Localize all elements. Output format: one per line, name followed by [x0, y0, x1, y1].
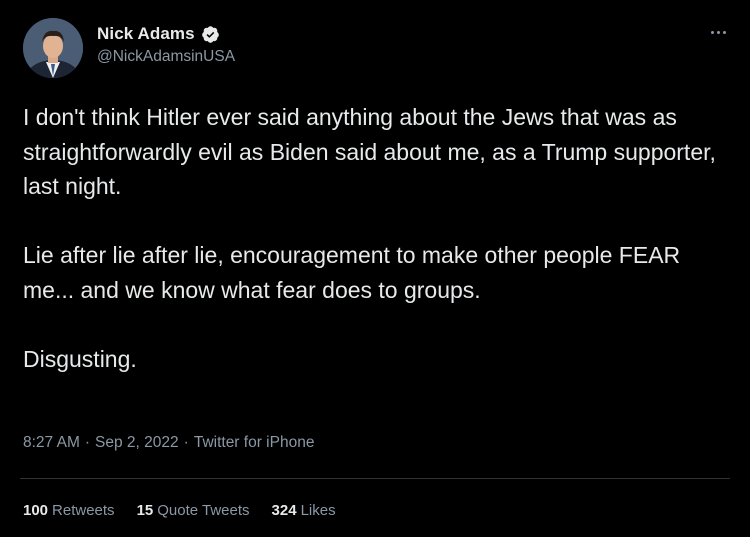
quote-tweets-count: 15 [136, 502, 154, 519]
divider [20, 478, 730, 479]
tweet-time[interactable]: 8:27 AM [23, 434, 80, 451]
author-name-row: Nick Adams [97, 23, 220, 45]
likes-stat[interactable]: 324 Likes [272, 502, 336, 519]
tweet-source[interactable]: Twitter for iPhone [194, 434, 315, 451]
quote-tweets-label: Quote Tweets [157, 502, 250, 519]
tweet-metadata: 8:27 AM · Sep 2, 2022 · Twitter for iPhone [23, 434, 314, 452]
separator-dot: · [183, 434, 189, 451]
tweet-paragraph: Disgusting. [23, 345, 137, 372]
display-name[interactable]: Nick Adams [97, 24, 195, 44]
author-handle[interactable]: @NickAdamsinUSA [97, 48, 235, 66]
tweet-text: I don't think Hitler ever said anything … [23, 100, 723, 376]
retweets-count: 100 [23, 502, 49, 519]
likes-label: Likes [300, 502, 336, 519]
tweet-date[interactable]: Sep 2, 2022 [95, 434, 179, 451]
engagement-stats: 100 Retweets 15 Quote Tweets 324 Likes [23, 502, 336, 519]
quote-tweets-stat[interactable]: 15 Quote Tweets [137, 502, 250, 519]
separator-dot: · [84, 434, 91, 451]
tweet-paragraph: I don't think Hitler ever said anything … [23, 104, 716, 199]
verified-badge-icon [201, 25, 220, 44]
tweet-paragraph: Lie after lie after lie, encouragement t… [23, 242, 681, 303]
retweets-label: Retweets [52, 502, 115, 519]
more-options-icon[interactable] [707, 25, 729, 39]
avatar[interactable] [23, 18, 83, 78]
tweet-card: Nick Adams @NickAdamsinUSA I don't think… [0, 0, 750, 537]
likes-count: 324 [271, 502, 297, 519]
retweets-stat[interactable]: 100 Retweets [23, 502, 115, 519]
